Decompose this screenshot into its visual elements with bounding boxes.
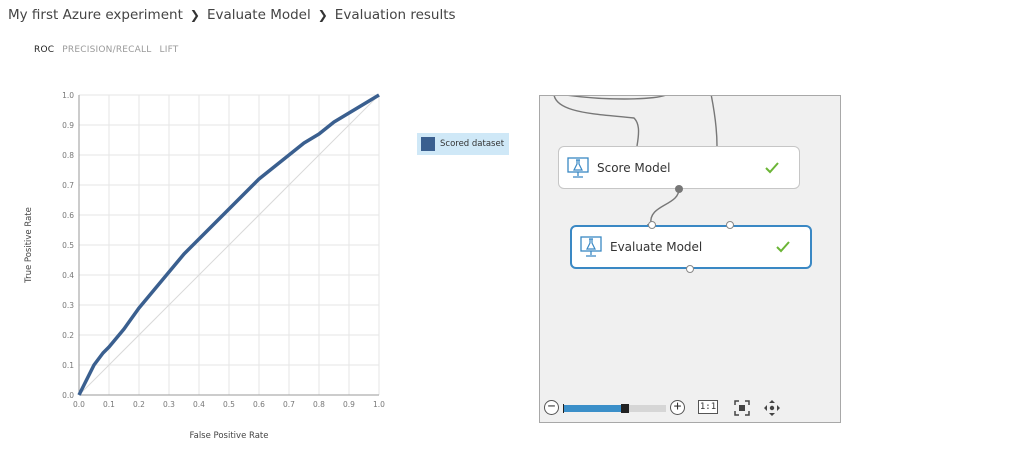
chevron-right-icon: ❯ [317,8,328,22]
y-tick-label: 0.9 [62,121,74,130]
x-tick-label: 0.0 [73,400,85,409]
y-tick-label: 0.5 [62,241,74,250]
x-tick-label: 0.9 [343,400,355,409]
score-model-module[interactable]: Score Model [558,146,800,193]
zoom-slider-fill [563,405,625,412]
chart-tabs: ROC PRECISION/RECALL LIFT [34,45,184,55]
output-port[interactable] [686,265,694,273]
tab-roc[interactable]: ROC [34,45,54,55]
x-tick-label: 0.1 [103,400,115,409]
tab-precision-recall[interactable]: PRECISION/RECALL [62,45,151,55]
zoom-slider-thumb[interactable] [620,404,629,413]
zoom-slider-start-mark [563,404,564,413]
zoom-toolbar: − + 1:1 [540,398,840,420]
y-tick-label: 0.7 [62,181,74,190]
connector-line [710,96,718,147]
connector-line [650,187,680,225]
module-label: Score Model [597,160,671,175]
y-tick-label: 0.6 [62,211,74,220]
breadcrumb-evaluate-model[interactable]: Evaluate Model [207,7,311,23]
legend-item-scored-dataset[interactable]: Scored dataset [417,133,509,155]
breadcrumb-evaluation-results: Evaluation results [334,7,456,23]
experiment-canvas[interactable]: Score Model Evaluate Model − + 1:1 [539,95,841,423]
connector-line [553,96,640,147]
check-icon [765,161,779,173]
zoom-out-button[interactable]: − [544,400,559,415]
x-tick-label: 1.0 [373,400,385,409]
y-tick-label: 0.4 [62,271,74,280]
x-tick-label: 0.8 [313,400,325,409]
evaluate-model-module[interactable]: Evaluate Model [570,221,812,273]
roc-chart: 0.0 0.1 0.2 0.3 0.4 0.5 0.6 0.7 0.8 0.9 1.0 0.0 0.1 0… [24,91,385,441]
flask-icon [567,156,589,178]
x-axis-label: False Positive Rate [190,431,269,441]
input-port[interactable] [726,221,734,229]
chevron-right-icon: ❯ [189,8,200,22]
connector-line [568,96,666,100]
y-tick-label: 0.8 [62,151,74,160]
input-port[interactable] [648,221,656,229]
module-label: Evaluate Model [610,240,703,254]
tab-lift[interactable]: LIFT [160,45,179,55]
zoom-in-button[interactable]: + [670,400,685,415]
actual-size-button[interactable]: 1:1 [698,400,718,414]
x-tick-label: 0.7 [283,400,295,409]
x-tick-label: 0.5 [223,400,235,409]
x-tick-label: 0.2 [133,400,145,409]
legend-swatch [421,137,435,151]
zoom-slider[interactable] [563,404,666,413]
output-port[interactable] [675,185,683,193]
x-tick-label: 0.6 [253,400,265,409]
y-tick-label: 0.3 [62,301,74,310]
y-tick-label: 1.0 [62,91,74,100]
y-tick-label: 0.0 [62,391,74,400]
x-tick-label: 0.3 [163,400,175,409]
breadcrumb-experiment[interactable]: My first Azure experiment [8,7,183,23]
x-tick-label: 0.4 [193,400,205,409]
flask-icon [580,236,602,257]
legend-label: Scored dataset [440,139,505,149]
fit-to-screen-icon[interactable] [733,399,751,417]
breadcrumb: My first Azure experiment ❯ Evaluate Model… [8,7,456,23]
y-tick-label: 0.1 [62,361,74,370]
check-icon [776,241,790,253]
pan-icon[interactable] [763,399,781,417]
y-axis-label: True Positive Rate [24,207,34,284]
y-tick-label: 0.2 [62,331,74,340]
